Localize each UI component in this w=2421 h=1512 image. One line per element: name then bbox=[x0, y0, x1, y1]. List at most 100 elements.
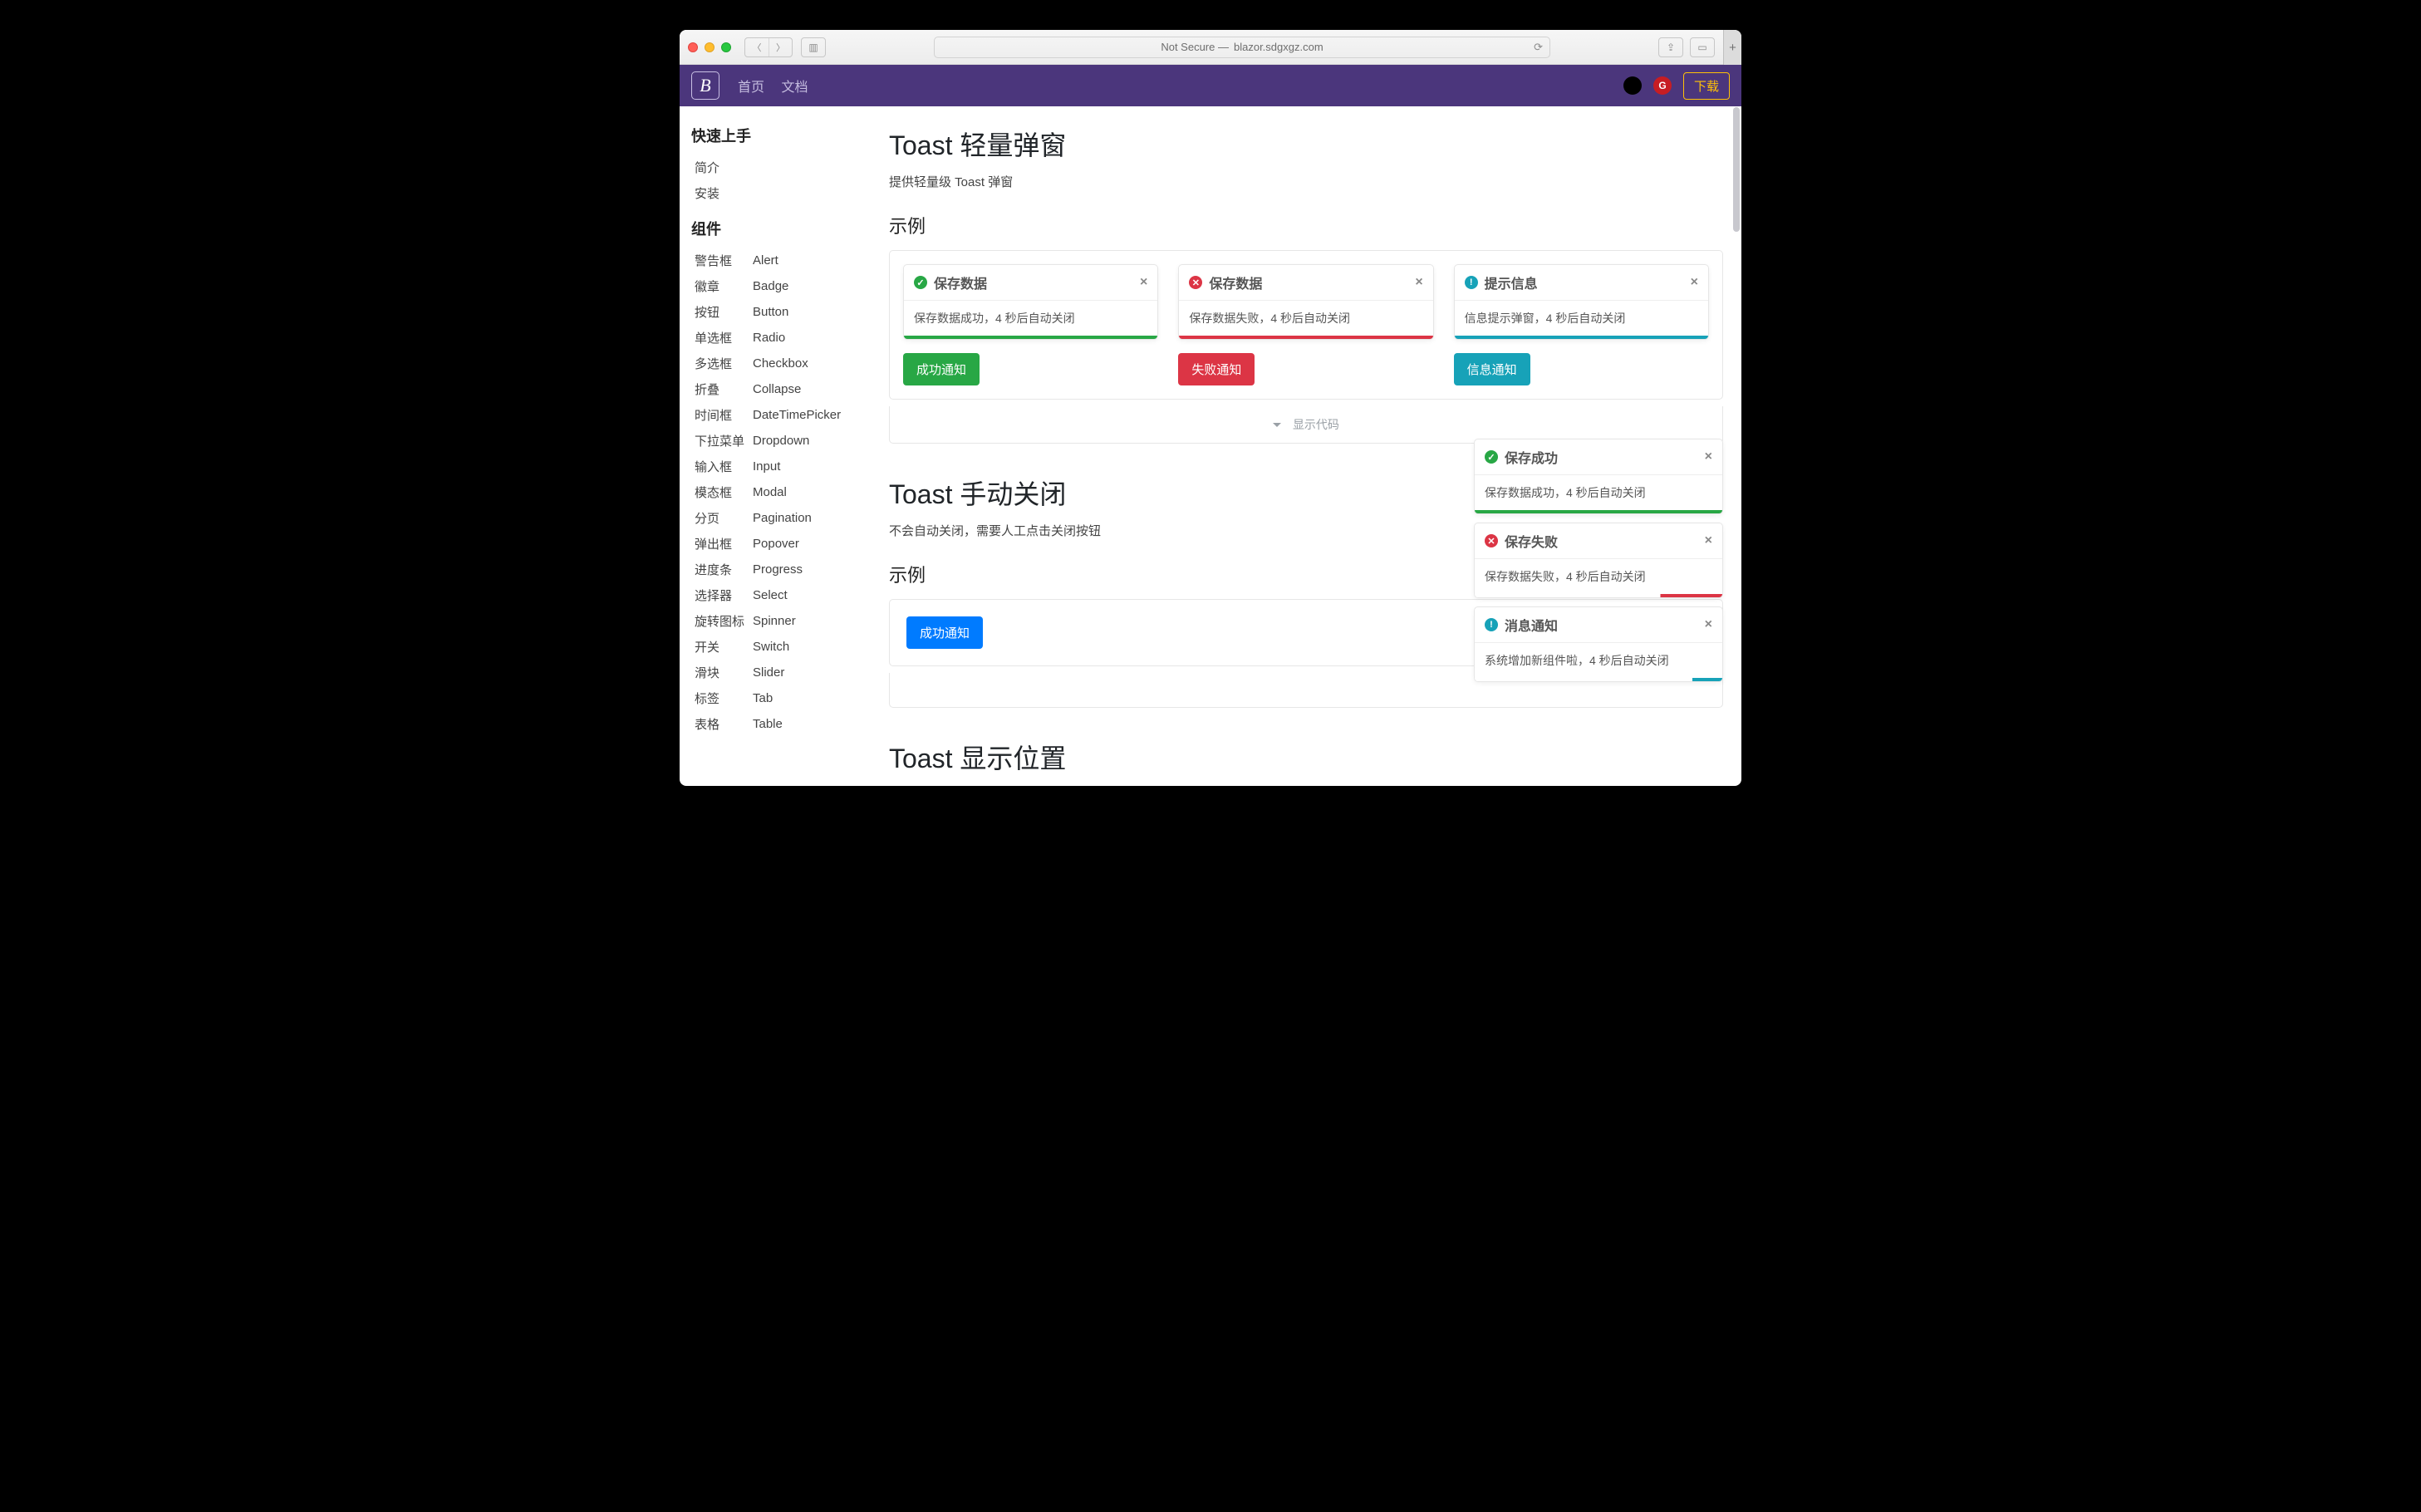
toast-body: 保存数据失败，4 秒后自动关闭 bbox=[1179, 301, 1432, 336]
sidebar-group-quickstart: 快速上手 bbox=[691, 125, 859, 146]
floating-toast-stack: ✓ 保存成功 × 保存数据成功，4 秒后自动关闭 ✕ 保存失败 × 保存数据失败… bbox=[1474, 439, 1723, 682]
sidebar-item[interactable]: 弹出框Popover bbox=[691, 531, 859, 557]
address-host: blazor.sdgxgz.com bbox=[1234, 41, 1323, 53]
close-icon[interactable]: × bbox=[1415, 275, 1422, 290]
sidebar-item[interactable]: 单选框Radio bbox=[691, 325, 859, 351]
info-circle-icon: ! bbox=[1485, 618, 1498, 631]
success-notify-button[interactable]: 成功通知 bbox=[906, 616, 983, 649]
sidebar-item[interactable]: 模态框Modal bbox=[691, 479, 859, 505]
sidebar-item[interactable]: 开关Switch bbox=[691, 634, 859, 660]
sidebar-item-zh: 下拉菜单 bbox=[695, 432, 753, 449]
scrollbar-thumb[interactable] bbox=[1733, 107, 1740, 232]
sidebar-item-en: Spinner bbox=[753, 614, 796, 628]
download-button[interactable]: 下载 bbox=[1683, 72, 1730, 100]
forward-button[interactable]: 〉 bbox=[769, 38, 792, 56]
close-window-icon[interactable] bbox=[688, 42, 698, 52]
zoom-window-icon[interactable] bbox=[721, 42, 731, 52]
page-lead: 提供轻量级 Toast 弹窗 bbox=[889, 173, 1723, 190]
toast-progress bbox=[1179, 336, 1432, 339]
sidebar-item-en: Checkbox bbox=[753, 356, 808, 371]
sidebar-item[interactable]: 徽章Badge bbox=[691, 273, 859, 299]
toast-progress bbox=[1475, 678, 1722, 681]
back-button[interactable]: 〈 bbox=[745, 38, 769, 56]
window-right-buttons: ⇪ ▭ bbox=[1658, 37, 1715, 57]
sidebar-item-zh: 徽章 bbox=[695, 277, 753, 295]
show-sidebar-button[interactable]: ▥ bbox=[801, 37, 826, 57]
sidebar-item[interactable]: 警告框Alert bbox=[691, 248, 859, 273]
page-title: Toast 轻量弹窗 bbox=[889, 125, 1723, 163]
sidebar-item-en: Slider bbox=[753, 665, 784, 680]
info-circle-icon: ! bbox=[1465, 276, 1478, 289]
sidebar-item-en: Modal bbox=[753, 485, 787, 499]
sidebar-item-en: Radio bbox=[753, 331, 785, 345]
floating-toast: ✕ 保存失败 × 保存数据失败，4 秒后自动关闭 bbox=[1474, 523, 1723, 598]
toast-title: 保存成功 bbox=[1505, 447, 1558, 467]
sidebar-item-zh: 多选框 bbox=[695, 355, 753, 372]
sidebar-item-label: 安装 bbox=[695, 184, 753, 202]
sidebar-item-en: Progress bbox=[753, 562, 803, 577]
toast-title: 保存失败 bbox=[1505, 531, 1558, 551]
sidebar-item[interactable]: 表格Table bbox=[691, 711, 859, 737]
reload-icon[interactable]: ⟳ bbox=[1534, 41, 1543, 54]
error-circle-icon: ✕ bbox=[1485, 534, 1498, 547]
sidebar-item-zh: 进度条 bbox=[695, 561, 753, 578]
security-label: Not Secure — bbox=[1161, 41, 1229, 53]
address-bar[interactable]: Not Secure — blazor.sdgxgz.com ⟳ bbox=[934, 37, 1550, 58]
close-icon[interactable]: × bbox=[1705, 533, 1712, 548]
sidebar-item-zh: 滑块 bbox=[695, 664, 753, 681]
share-icon[interactable]: ⇪ bbox=[1658, 37, 1683, 57]
sidebar-item[interactable]: 旋转图标Spinner bbox=[691, 608, 859, 634]
sidebar-item[interactable]: 安装 bbox=[691, 180, 859, 206]
sidebar-item-en: Pagination bbox=[753, 511, 812, 525]
sidebar-item-en: Button bbox=[753, 305, 788, 319]
sidebar-item[interactable]: 标签Tab bbox=[691, 685, 859, 711]
sidebar-item-en: Alert bbox=[753, 253, 778, 268]
sidebar-item[interactable]: 输入框Input bbox=[691, 454, 859, 479]
floating-toast: ! 消息通知 × 系统增加新组件啦，4 秒后自动关闭 bbox=[1474, 606, 1723, 682]
sidebar-item-en: Collapse bbox=[753, 382, 801, 396]
trigger-button[interactable]: 成功通知 bbox=[903, 353, 980, 385]
trigger-button[interactable]: 失败通知 bbox=[1178, 353, 1255, 385]
trigger-button[interactable]: 信息通知 bbox=[1454, 353, 1530, 385]
sidebar-item[interactable]: 折叠Collapse bbox=[691, 376, 859, 402]
github-icon[interactable] bbox=[1623, 76, 1642, 95]
sidebar-item[interactable]: 多选框Checkbox bbox=[691, 351, 859, 376]
tabs-icon[interactable]: ▭ bbox=[1690, 37, 1715, 57]
toast-progress bbox=[1475, 510, 1722, 513]
sidebar-item-en: Input bbox=[753, 459, 780, 474]
sidebar-item[interactable]: 按钮Button bbox=[691, 299, 859, 325]
toast-body: 保存数据成功，4 秒后自动关闭 bbox=[904, 301, 1157, 336]
sidebar-item[interactable]: 分页Pagination bbox=[691, 505, 859, 531]
nav-home[interactable]: 首页 bbox=[738, 81, 764, 95]
close-icon[interactable]: × bbox=[1691, 275, 1698, 290]
caret-down-icon bbox=[1273, 423, 1281, 427]
sidebar-item-en: Select bbox=[753, 588, 788, 602]
sidebar-item[interactable]: 进度条Progress bbox=[691, 557, 859, 582]
toast-title: 保存数据 bbox=[1209, 272, 1262, 292]
toast-body: 保存数据失败，4 秒后自动关闭 bbox=[1475, 559, 1722, 594]
floating-toast: ✓ 保存成功 × 保存数据成功，4 秒后自动关闭 bbox=[1474, 439, 1723, 514]
browser-window: 〈 〉 ▥ Not Secure — blazor.sdgxgz.com ⟳ ⇪… bbox=[680, 30, 1741, 786]
minimize-window-icon[interactable] bbox=[705, 42, 715, 52]
sidebar-item-en: Switch bbox=[753, 640, 789, 654]
sidebar-item[interactable]: 选择器Select bbox=[691, 582, 859, 608]
close-icon[interactable]: × bbox=[1140, 275, 1147, 290]
sidebar-item[interactable]: 时间框DateTimePicker bbox=[691, 402, 859, 428]
sidebar-item-zh: 开关 bbox=[695, 638, 753, 655]
sidebar-item[interactable]: 滑块Slider bbox=[691, 660, 859, 685]
close-icon[interactable]: × bbox=[1705, 617, 1712, 632]
gitee-icon[interactable]: G bbox=[1653, 76, 1672, 95]
app-logo[interactable]: B bbox=[691, 71, 719, 100]
sidebar-item-en: DateTimePicker bbox=[753, 408, 841, 422]
toast-progress bbox=[1475, 594, 1722, 597]
sidebar-item-zh: 模态框 bbox=[695, 484, 753, 501]
new-tab-button[interactable]: + bbox=[1723, 30, 1741, 65]
close-icon[interactable]: × bbox=[1705, 449, 1712, 464]
sidebar-item[interactable]: 下拉菜单Dropdown bbox=[691, 428, 859, 454]
toast-title: 提示信息 bbox=[1485, 272, 1538, 292]
nav-docs[interactable]: 文档 bbox=[781, 81, 808, 95]
sidebar-item-en: Popover bbox=[753, 537, 799, 551]
sidebar-item[interactable]: 简介 bbox=[691, 155, 859, 180]
top-nav: 首页 文档 bbox=[731, 76, 814, 96]
toast-progress bbox=[904, 336, 1157, 339]
